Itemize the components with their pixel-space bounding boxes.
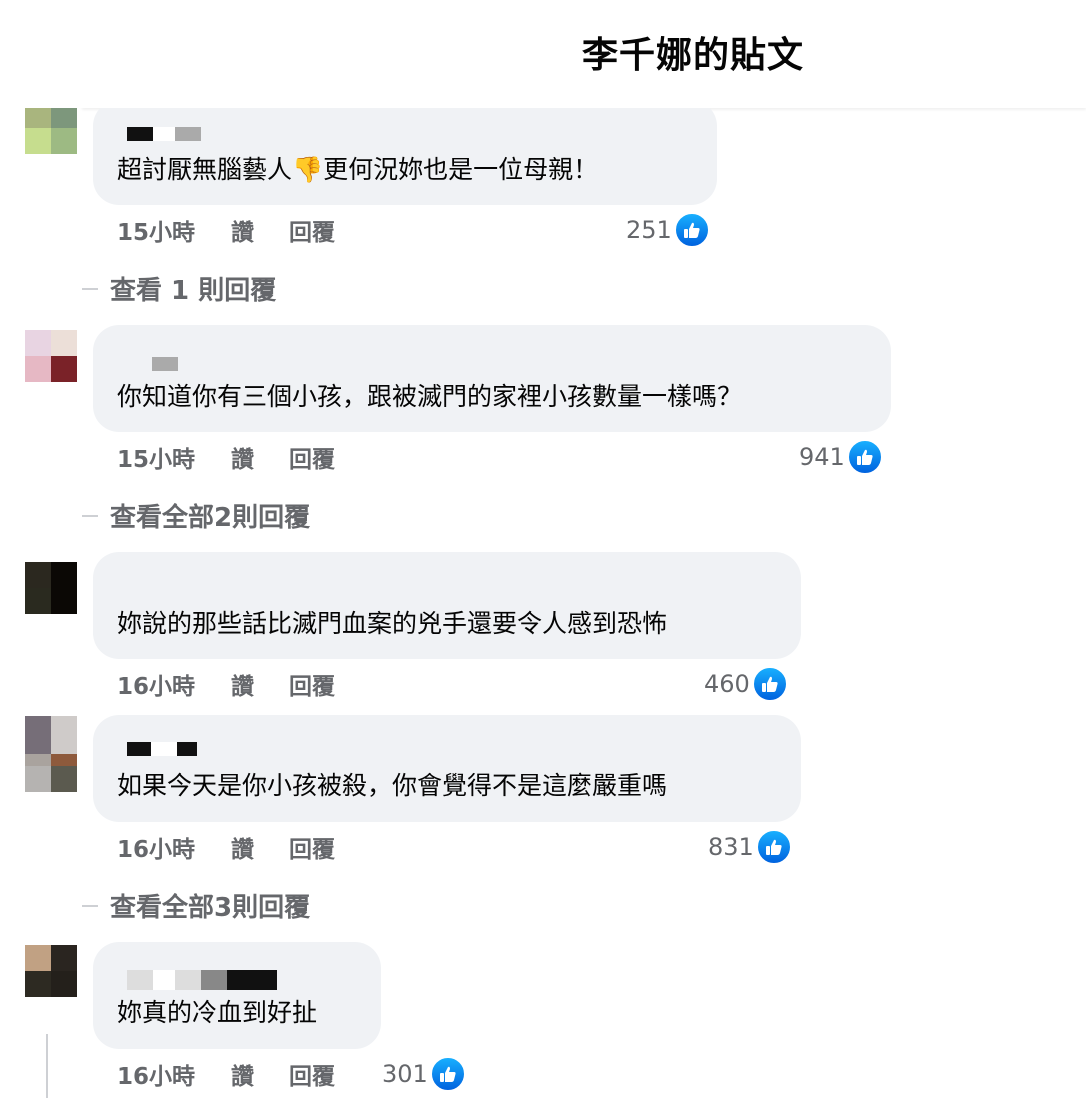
- view-replies-link[interactable]: 查看全部3則回覆: [82, 887, 310, 924]
- comment-timestamp[interactable]: 16小時: [117, 667, 231, 701]
- comment-bubble: 如果今天是你小孩被殺，你會覺得不是這麼嚴重嗎: [93, 715, 801, 822]
- comment-timestamp[interactable]: 15小時: [117, 213, 231, 247]
- view-replies-label: 查看 1 則回覆: [110, 276, 277, 306]
- comment-text: 妳說的那些話比滅門血案的兇手還要令人感到恐怖: [117, 609, 668, 638]
- comment-text: 如果今天是你小孩被殺，你會覺得不是這麼嚴重嗎: [117, 771, 668, 800]
- thumbs-up-icon: [751, 666, 788, 702]
- reply-button[interactable]: 回覆: [289, 667, 369, 701]
- comment-text: 超討厭無腦藝人👎更何況妳也是一位母親！: [117, 155, 599, 184]
- reaction-summary[interactable]: 460: [704, 664, 788, 704]
- comment-actions: 16小時 讚 回覆: [117, 1058, 369, 1090]
- thumbs-up-icon: [846, 439, 883, 475]
- reaction-count: 831: [708, 833, 754, 861]
- view-replies-link[interactable]: 查看 1 則回覆: [82, 270, 276, 307]
- thumbs-up-icon: [755, 829, 792, 865]
- reply-button[interactable]: 回覆: [289, 830, 369, 864]
- post-header: 李千娜的貼文: [0, 0, 1086, 108]
- view-replies-label: 查看全部2則回覆: [110, 503, 311, 533]
- page-title: 李千娜的貼文: [581, 35, 804, 76]
- reaction-count: 301: [382, 1060, 428, 1088]
- comment-timestamp[interactable]: 15小時: [117, 440, 231, 474]
- like-button[interactable]: 讚: [231, 213, 289, 247]
- like-button[interactable]: 讚: [231, 440, 289, 474]
- comment-bubble: 超討厭無腦藝人👎更何況妳也是一位母親！: [93, 100, 717, 205]
- like-button[interactable]: 讚: [231, 830, 289, 864]
- comment-timestamp[interactable]: 16小時: [117, 1057, 231, 1091]
- comment-timestamp[interactable]: 16小時: [117, 830, 231, 864]
- comment-actions: 15小時 讚 回覆: [117, 214, 369, 246]
- commenter-name-redacted[interactable]: [127, 127, 201, 141]
- avatar-continued: [25, 766, 77, 792]
- reply-connector: [82, 904, 98, 907]
- thread-connector: [46, 1034, 48, 1098]
- reaction-count: 460: [704, 670, 750, 698]
- reaction-summary[interactable]: 831: [708, 827, 792, 867]
- thumbs-up-icon: [673, 212, 710, 248]
- comment-actions: 16小時 讚 回覆: [117, 668, 369, 700]
- comment-bubble: 妳說的那些話比滅門血案的兇手還要令人感到恐怖: [93, 552, 801, 659]
- commenter-name-redacted[interactable]: [127, 742, 197, 756]
- avatar[interactable]: [25, 102, 77, 154]
- reply-button[interactable]: 回覆: [289, 1057, 369, 1091]
- reaction-summary[interactable]: 251: [626, 210, 710, 250]
- comment-text: 妳真的冷血到好扯: [117, 998, 318, 1027]
- avatar[interactable]: [25, 562, 77, 614]
- reaction-count: 251: [626, 216, 672, 244]
- view-replies-label: 查看全部3則回覆: [110, 893, 311, 923]
- reaction-summary[interactable]: 301: [382, 1054, 466, 1094]
- thumbs-up-icon: [429, 1056, 466, 1092]
- comment-actions: 15小時 讚 回覆: [117, 441, 369, 473]
- commenter-name-redacted[interactable]: [152, 357, 178, 371]
- reaction-summary[interactable]: 941: [799, 437, 883, 477]
- avatar[interactable]: [25, 945, 77, 997]
- like-button[interactable]: 讚: [231, 1057, 289, 1091]
- reply-connector: [82, 514, 98, 517]
- avatar[interactable]: [25, 330, 77, 382]
- comment-bubble: 妳真的冷血到好扯: [93, 942, 381, 1049]
- comment-actions: 16小時 讚 回覆: [117, 831, 369, 863]
- reply-button[interactable]: 回覆: [289, 440, 369, 474]
- comment-bubble: 你知道你有三個小孩，跟被滅門的家裡小孩數量一樣嗎？: [93, 325, 891, 432]
- comment-text: 你知道你有三個小孩，跟被滅門的家裡小孩數量一樣嗎？: [117, 382, 743, 411]
- view-replies-link[interactable]: 查看全部2則回覆: [82, 497, 310, 534]
- reply-button[interactable]: 回覆: [289, 213, 369, 247]
- reply-connector: [82, 287, 98, 290]
- reaction-count: 941: [799, 443, 845, 471]
- commenter-name-redacted[interactable]: [127, 970, 277, 990]
- like-button[interactable]: 讚: [231, 667, 289, 701]
